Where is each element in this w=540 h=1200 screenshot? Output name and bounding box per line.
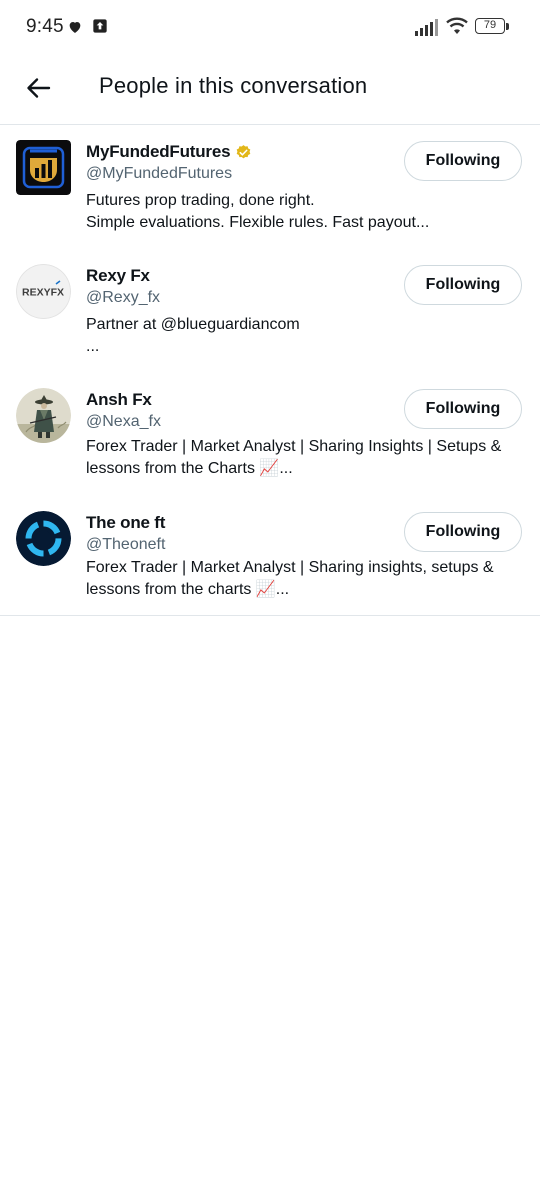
user-bio-line: Partner at @blueguardiancom — [86, 316, 300, 333]
screen: 9:45 79 People in this conversation MyFu… — [0, 0, 540, 1200]
user-bio-line: Forex Trader | Market Analyst | Sharing … — [86, 559, 494, 576]
user-handle: @MyFundedFutures — [86, 165, 233, 182]
user-handle: @Rexy_fx — [86, 289, 161, 306]
upload-icon — [93, 19, 107, 33]
user-name[interactable]: Ansh Fx — [86, 390, 152, 410]
user-bio: Forex Trader | Market Analyst | Sharing … — [86, 436, 522, 479]
page-title: People in this conversation — [99, 73, 368, 98]
user-name[interactable]: MyFundedFutures — [86, 142, 252, 162]
user-bio-line: Simple evaluations. Flexible rules. Fast… — [86, 213, 430, 231]
following-button[interactable]: Following — [404, 512, 522, 552]
user-name[interactable]: Rexy Fx — [86, 266, 150, 286]
wifi-icon — [446, 17, 468, 34]
user-row-the-one-ft[interactable]: The one ft @Theoneft Forex Trader | Mark… — [0, 511, 540, 611]
following-button[interactable]: Following — [404, 389, 522, 429]
avatar[interactable]: REXYFX — [16, 264, 71, 319]
user-bio: Forex Trader | Market Analyst | Sharing … — [86, 557, 522, 600]
battery-level: 79 — [475, 18, 505, 34]
user-row-myfundedfutures[interactable]: MyFundedFutures @MyFundedFutures Futures… — [0, 140, 540, 240]
user-name-text: Rexy Fx — [86, 266, 150, 285]
back-button[interactable] — [16, 66, 60, 110]
list-divider — [0, 615, 540, 616]
rexyfx-logo: REXYFX — [16, 264, 71, 319]
following-button[interactable]: Following — [404, 265, 522, 305]
header-divider — [0, 124, 540, 125]
rexyfx-logo-text: REXYFX — [22, 287, 64, 299]
header: People in this conversation — [0, 54, 540, 124]
user-handle: @Nexa_fx — [86, 413, 161, 430]
arrow-left-icon — [27, 78, 51, 98]
status-bar: 9:45 79 — [0, 0, 540, 54]
following-button[interactable]: Following — [404, 141, 522, 181]
user-bio: Partner at @blueguardiancom ... — [86, 314, 522, 357]
user-bio-line: lessons from the charts 📈... — [86, 580, 290, 598]
theoneft-logo — [16, 511, 71, 566]
user-name-text: The one ft — [86, 513, 166, 532]
user-name-text: Ansh Fx — [86, 390, 152, 409]
user-bio-line: Forex Trader | Market Analyst | Sharing … — [86, 438, 502, 455]
anshfx-avatar-illustration — [16, 388, 71, 443]
status-time: 9:45 — [26, 16, 64, 37]
user-bio-line: Futures prop trading, done right. — [86, 192, 315, 209]
signal-icon — [415, 19, 438, 36]
user-name[interactable]: The one ft — [86, 513, 165, 533]
user-bio-line: ... — [86, 337, 100, 355]
battery-tip — [506, 23, 509, 30]
user-handle: @Theoneft — [86, 536, 166, 553]
avatar[interactable] — [16, 511, 71, 566]
user-name-text: MyFundedFutures — [86, 142, 231, 161]
heart-icon — [69, 22, 81, 33]
battery-icon: 79 — [475, 18, 511, 36]
user-bio-line: lessons from the Charts 📈... — [86, 459, 293, 477]
user-row-rexy-fx[interactable]: REXYFX Rexy Fx @Rexy_fx Partner at @blue… — [0, 264, 540, 364]
avatar[interactable] — [16, 388, 71, 443]
avatar[interactable] — [16, 140, 71, 195]
user-row-ansh-fx[interactable]: Ansh Fx @Nexa_fx Forex Trader | Market A… — [0, 388, 540, 488]
myfundedfutures-logo — [16, 140, 71, 195]
user-bio: Futures prop trading, done right. Simple… — [86, 190, 522, 233]
verified-badge-icon — [237, 144, 251, 158]
